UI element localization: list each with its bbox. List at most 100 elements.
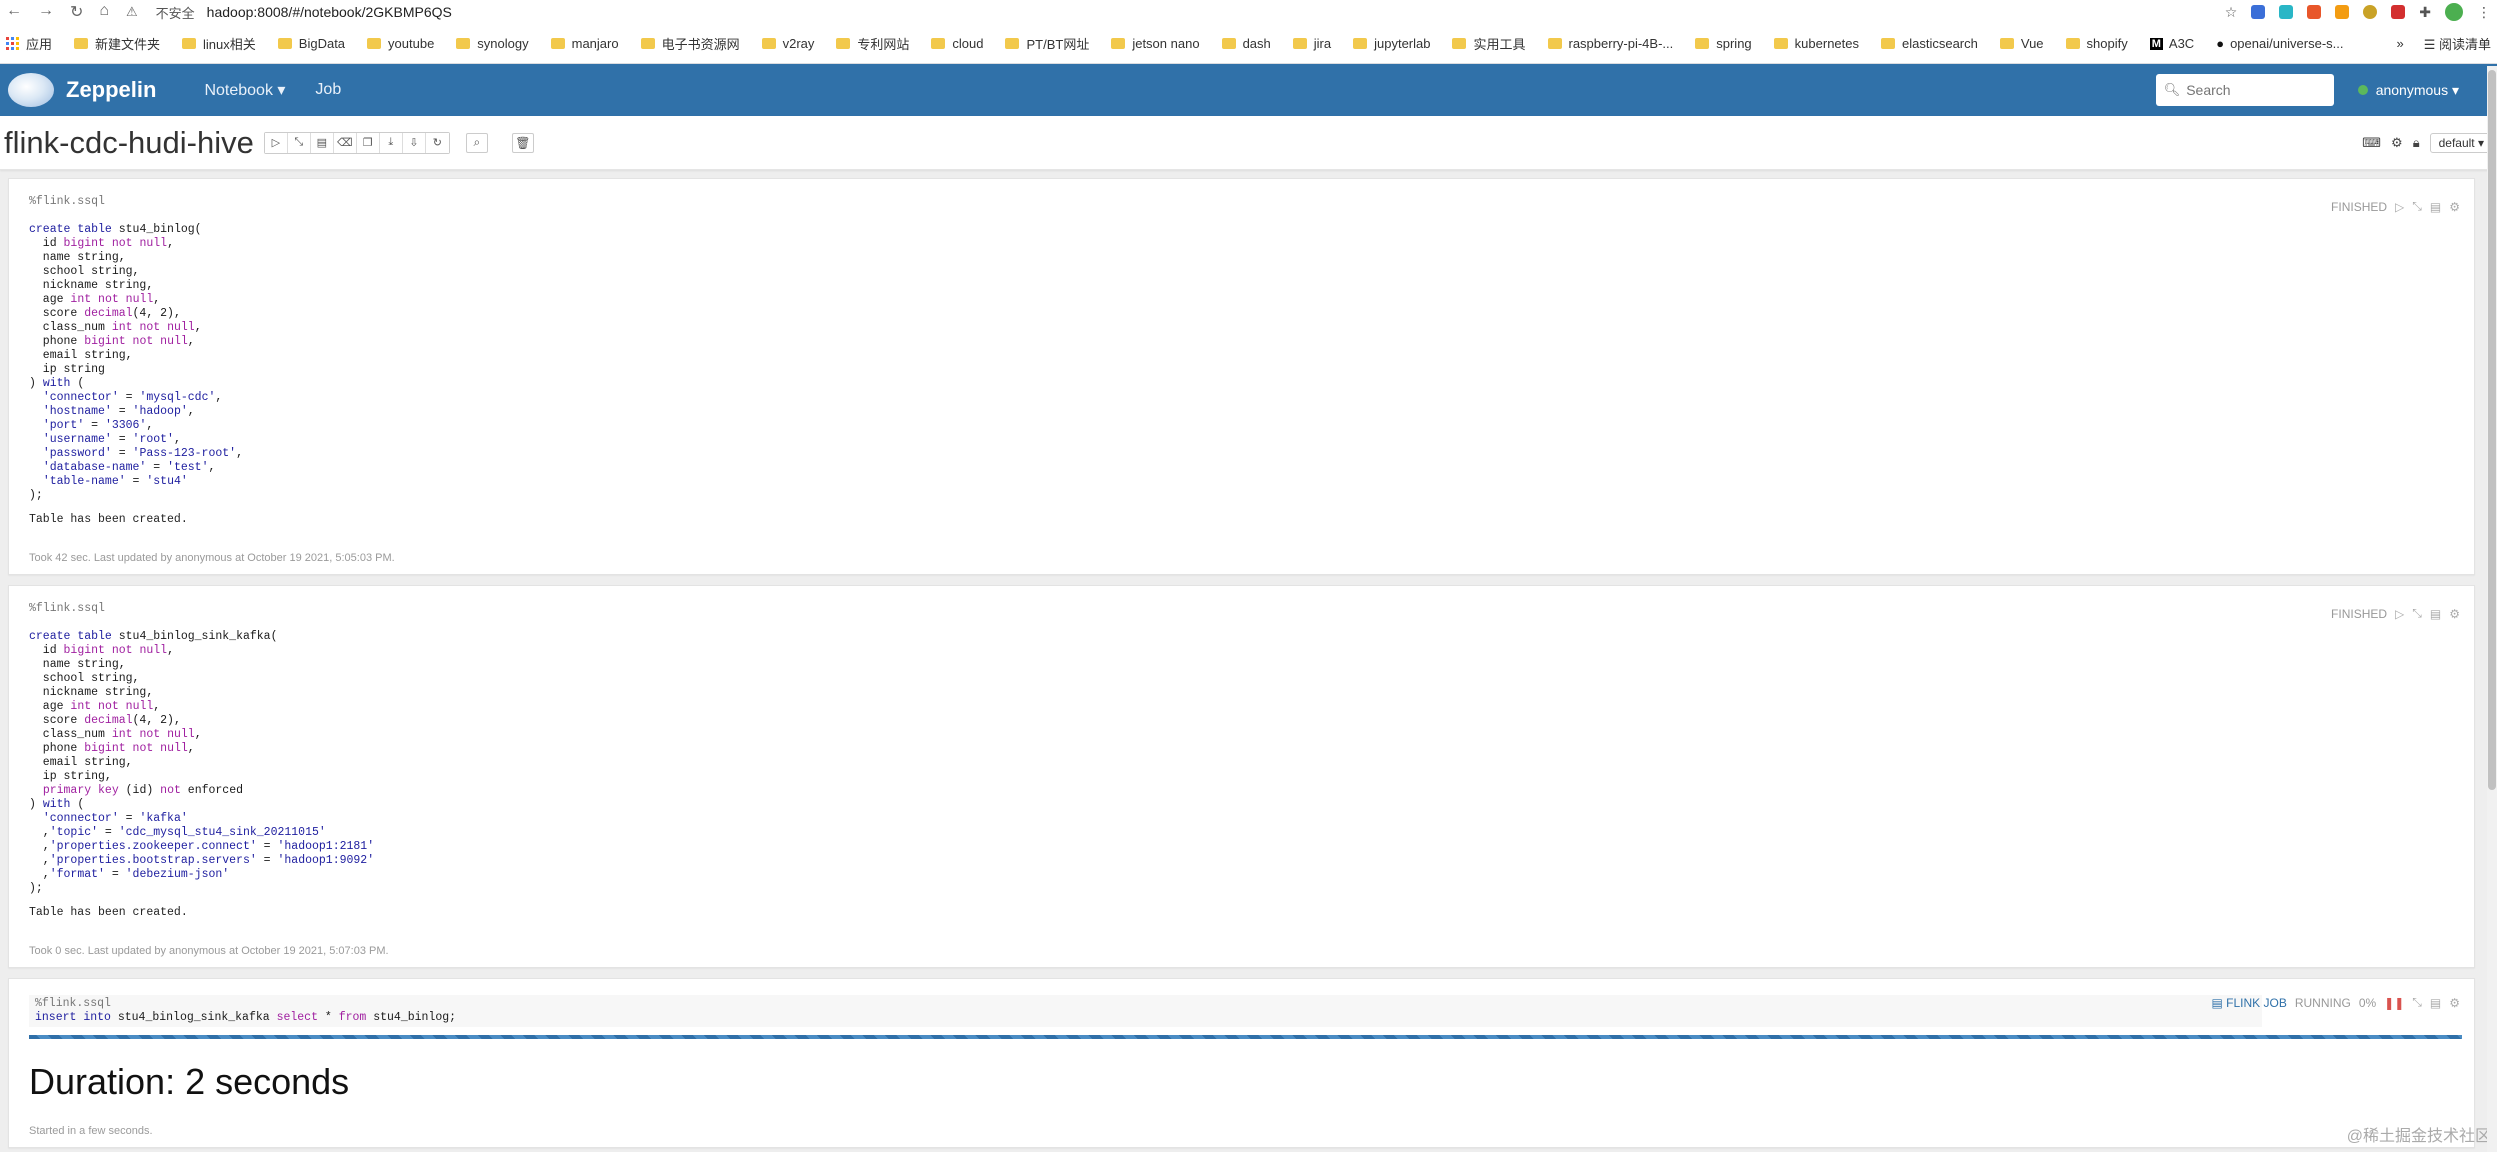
- bookmark-label: jetson nano: [1132, 36, 1200, 51]
- bookmark-item[interactable]: shopify: [2065, 36, 2128, 51]
- show-hide-code-icon[interactable]: ⤡: [287, 132, 311, 153]
- extension-icon[interactable]: [2307, 5, 2322, 19]
- toggle-output-icon[interactable]: ▤: [2430, 996, 2441, 1010]
- menu-icon[interactable]: ⋮: [2477, 4, 2491, 21]
- bookmark-item[interactable]: manjaro: [550, 36, 619, 51]
- show-hide-output-icon[interactable]: ▤: [310, 132, 334, 153]
- paragraph-settings-icon[interactable]: ⚙: [2449, 996, 2460, 1010]
- download-icon[interactable]: ⇩: [402, 132, 426, 153]
- bookmark-item[interactable]: dash: [1221, 36, 1271, 51]
- bookmark-item[interactable]: elasticsearch: [1881, 36, 1978, 51]
- clone-icon[interactable]: ❐: [356, 132, 380, 153]
- insecure-label: 不安全: [155, 5, 195, 21]
- flink-job-link[interactable]: ▤ FLINK JOB: [2211, 996, 2286, 1010]
- browser-toolbar: ← → ↻ ⌂ ⚠ 不安全 hadoop:8008/#/notebook/2GK…: [0, 0, 2497, 24]
- extension-icon[interactable]: [2391, 5, 2406, 19]
- folder-icon: [367, 38, 382, 49]
- reload-icon[interactable]: ↻: [425, 132, 449, 153]
- bookmark-item[interactable]: synology: [456, 36, 529, 51]
- clear-output-icon[interactable]: ⌫: [333, 132, 357, 153]
- bookmark-item[interactable]: 应用: [6, 34, 52, 53]
- avatar[interactable]: [2445, 3, 2463, 21]
- github-icon: ●: [2216, 36, 2225, 51]
- code-line: create table stu4_binlog(: [29, 223, 202, 236]
- code-line: ,'format' = 'debezium-json': [29, 868, 230, 881]
- search-input[interactable]: [2186, 82, 2326, 98]
- notebook-title[interactable]: flink-cdc-hudi-hive: [4, 125, 254, 161]
- code-line: phone bigint not null,: [29, 742, 195, 755]
- search-code-icon[interactable]: ⌕: [465, 132, 488, 153]
- paragraph: FINISHED ▷ ⤡ ▤ ⚙ %flink.ssql create tabl…: [8, 585, 2475, 968]
- interpreter-binding-button[interactable]: default ▾: [2429, 132, 2493, 153]
- keyboard-icon[interactable]: ⌨: [2362, 135, 2381, 151]
- bookmark-item[interactable]: BigData: [277, 36, 345, 51]
- scrollbar-thumb[interactable]: [2488, 70, 2496, 790]
- home-icon[interactable]: ⌂: [99, 2, 109, 22]
- reading-list-button[interactable]: ☰ 阅读清单: [2424, 34, 2491, 53]
- bookmark-item[interactable]: 专利网站: [836, 34, 909, 53]
- run-paragraph-icon[interactable]: ▷: [2395, 200, 2404, 214]
- star-icon[interactable]: ☆: [2225, 4, 2238, 21]
- extension-icon[interactable]: [2363, 5, 2378, 19]
- trash-icon[interactable]: 🗑︎: [511, 132, 534, 153]
- extension-icon[interactable]: [2335, 5, 2350, 19]
- bookmark-item[interactable]: linux相关: [182, 34, 256, 53]
- export-icon[interactable]: ⤓: [379, 132, 403, 153]
- zeppelin-logo[interactable]: Zeppelin: [8, 73, 156, 107]
- toggle-editor-icon[interactable]: ⤡: [2412, 199, 2422, 214]
- user-menu[interactable]: anonymous ▾: [2357, 82, 2459, 99]
- bookmark-item[interactable]: 电子书资源网: [640, 34, 740, 53]
- lock-icon[interactable]: 🔒︎: [2413, 135, 2420, 151]
- extension-icon[interactable]: [2279, 5, 2294, 19]
- puzzle-icon[interactable]: ✚: [2419, 4, 2431, 21]
- code-editor[interactable]: %flink.ssql insert into stu4_binlog_sink_…: [29, 995, 2262, 1027]
- bookmark-item[interactable]: 新建文件夹: [74, 34, 160, 53]
- paragraph-progress: 0%: [2358, 995, 2377, 1010]
- bookmark-item[interactable]: jetson nano: [1111, 36, 1200, 51]
- bookmark-item[interactable]: kubernetes: [1773, 36, 1859, 51]
- code-line: ,'properties.bootstrap.servers' = 'hadoo…: [29, 854, 375, 867]
- toggle-output-icon[interactable]: ▤: [2430, 200, 2441, 214]
- back-icon[interactable]: ←: [6, 2, 22, 22]
- bookmark-item[interactable]: Vue: [1999, 36, 2044, 51]
- cancel-paragraph-icon[interactable]: ❚❚: [2384, 996, 2404, 1010]
- toggle-output-icon[interactable]: ▤: [2430, 607, 2441, 621]
- bookmark-item[interactable]: jupyterlab: [1353, 36, 1430, 51]
- folder-icon: [1353, 38, 1368, 49]
- folder-icon: [182, 38, 197, 49]
- paragraph-settings-icon[interactable]: ⚙: [2449, 607, 2460, 621]
- more-bookmarks-button[interactable]: »: [2396, 36, 2403, 51]
- bookmark-item[interactable]: M A3C: [2149, 36, 2194, 51]
- bookmark-item[interactable]: v2ray: [761, 36, 814, 51]
- bookmark-item[interactable]: 实用工具: [1452, 34, 1526, 53]
- job-menu[interactable]: Job: [315, 81, 341, 99]
- bookmark-item[interactable]: spring: [1695, 36, 1752, 51]
- paragraph-settings-icon[interactable]: ⚙: [2449, 200, 2460, 214]
- bookmark-item[interactable]: raspberry-pi-4B-...: [1547, 36, 1673, 51]
- run-all-icon[interactable]: ▷: [264, 132, 288, 153]
- run-paragraph-icon[interactable]: ▷: [2395, 607, 2404, 621]
- notebook-header: flink-cdc-hudi-hive ▷ ⤡ ▤ ⌫ ❐ ⤓ ⇩ ↻ ⌕ 🗑︎…: [0, 116, 2497, 170]
- code-editor[interactable]: %flink.ssql create table stu4_binlog( id…: [21, 195, 2462, 503]
- forward-icon[interactable]: →: [38, 2, 54, 22]
- bookmark-item[interactable]: jira: [1292, 36, 1331, 51]
- code-editor[interactable]: %flink.ssql create table stu4_binlog_sin…: [21, 602, 2462, 896]
- bookmark-item[interactable]: youtube: [367, 36, 434, 51]
- toggle-editor-icon[interactable]: ⤡: [2412, 995, 2422, 1010]
- paragraph-footer: Started in a few seconds.: [29, 1125, 153, 1137]
- bookmark-item[interactable]: PT/BT网址: [1005, 34, 1089, 53]
- notebook-menu[interactable]: Notebook ▾: [204, 80, 285, 100]
- extension-icon[interactable]: [2251, 5, 2266, 19]
- code-line: nickname string,: [29, 279, 154, 292]
- reload-icon[interactable]: ↻: [70, 2, 83, 22]
- bookmark-item[interactable]: ● openai/universe-s...: [2216, 36, 2343, 51]
- address-bar[interactable]: hadoop:8008/#/notebook/2GKBMP6QS: [207, 4, 452, 20]
- toggle-editor-icon[interactable]: ⤡: [2412, 606, 2422, 621]
- bookmark-item[interactable]: cloud: [931, 36, 983, 51]
- bookmark-label: shopify: [2086, 36, 2128, 51]
- bookmarks-right: » ☰ 阅读清单: [2396, 34, 2491, 53]
- search-box[interactable]: 🔍︎: [2155, 74, 2334, 106]
- page-scrollbar[interactable]: [2487, 66, 2497, 1152]
- gear-icon[interactable]: ⚙: [2391, 135, 2403, 151]
